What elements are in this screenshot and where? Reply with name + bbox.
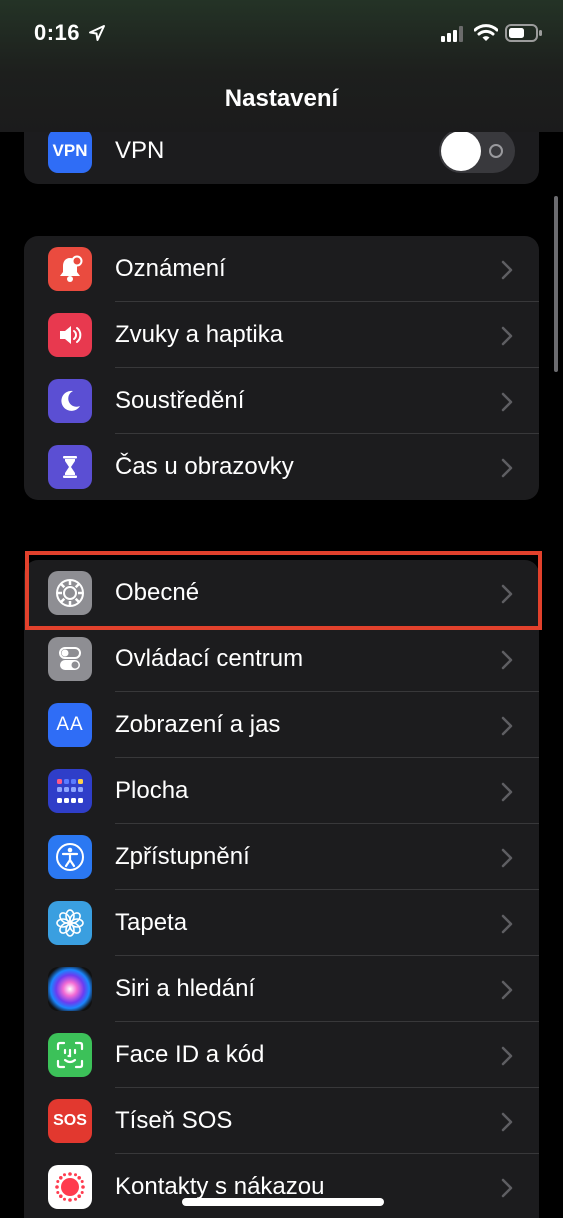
sos-icon-text: SOS <box>53 1112 87 1129</box>
hourglass-icon <box>48 445 92 489</box>
text-size-icon: AA <box>48 703 92 747</box>
settings-row-label: Plocha <box>115 777 189 804</box>
settings-row-home-screen[interactable]: Plocha <box>24 758 539 824</box>
accessibility-icon <box>48 835 92 879</box>
exposure-icon <box>48 1165 92 1209</box>
settings-row-label: Oznámení <box>115 255 226 282</box>
chevron-right-icon <box>501 650 513 670</box>
wifi-icon <box>474 24 498 41</box>
toggle-off-indicator <box>489 144 503 158</box>
sos-icon: SOS <box>48 1099 92 1143</box>
gear-icon <box>48 571 92 615</box>
text-size-icon-text: AA <box>56 714 84 735</box>
vpn-toggle[interactable] <box>439 129 515 173</box>
settings-row-label: Zobrazení a jas <box>115 711 281 738</box>
settings-row-label: Siri a hledání <box>115 975 256 1002</box>
scroll-indicator[interactable] <box>554 196 558 372</box>
chevron-right-icon <box>501 1046 513 1066</box>
bell-icon <box>48 247 92 291</box>
general-group: Obecné Ovládací centrum AA Zobrazení a j… <box>24 560 539 1218</box>
settings-row-focus[interactable]: Soustředění <box>24 368 539 434</box>
settings-row-display[interactable]: AA Zobrazení a jas <box>24 692 539 758</box>
navigation-header: 0:16 Nastavení <box>0 0 563 132</box>
settings-row-label: Zvuky a haptika <box>115 321 284 348</box>
settings-row-screen-time[interactable]: Čas u obrazovky <box>24 434 539 500</box>
chevron-right-icon <box>501 584 513 604</box>
chevron-right-icon <box>501 392 513 412</box>
settings-row-control-center[interactable]: Ovládací centrum <box>24 626 539 692</box>
settings-row-emergency-sos[interactable]: SOS Tíseň SOS <box>24 1088 539 1154</box>
settings-row-label: Tíseň SOS <box>115 1107 233 1134</box>
chevron-right-icon <box>501 458 513 478</box>
chevron-right-icon <box>501 848 513 868</box>
flower-icon <box>48 901 92 945</box>
settings-row-label: Soustředění <box>115 387 245 414</box>
settings-row-label: Čas u obrazovky <box>115 453 294 480</box>
notifications-group: Oznámení Zvuky a haptika Soustředění Čas… <box>24 236 539 500</box>
settings-row-label: Zpřístupnění <box>115 843 250 870</box>
status-time: 0:16 <box>34 20 81 45</box>
home-screen-icon <box>48 769 92 813</box>
location-arrow-icon <box>89 25 105 41</box>
vpn-icon-text: VPN <box>52 141 88 160</box>
toggle-knob <box>441 131 481 171</box>
cellular-signal-icon <box>441 26 463 42</box>
chevron-right-icon <box>501 782 513 802</box>
settings-row-sounds[interactable]: Zvuky a haptika <box>24 302 539 368</box>
chevron-right-icon <box>501 260 513 280</box>
settings-row-label: Kontakty s nákazou <box>115 1173 325 1200</box>
face-id-icon <box>48 1033 92 1077</box>
settings-row-exposure[interactable]: Kontakty s nákazou <box>24 1154 539 1218</box>
settings-row-siri[interactable]: Siri a hledání <box>24 956 539 1022</box>
chevron-right-icon <box>501 716 513 736</box>
chevron-right-icon <box>501 1178 513 1198</box>
settings-row-label: Face ID a kód <box>115 1041 265 1068</box>
settings-row-wallpaper[interactable]: Tapeta <box>24 890 539 956</box>
settings-row-general[interactable]: Obecné <box>24 560 539 626</box>
vpn-icon: VPN <box>48 129 92 173</box>
settings-row-label: Ovládací centrum <box>115 645 304 672</box>
switches-icon <box>48 637 92 681</box>
page-title: Nastavení <box>224 85 339 112</box>
siri-icon <box>48 967 92 1011</box>
moon-icon <box>48 379 92 423</box>
home-indicator[interactable] <box>182 1198 384 1206</box>
settings-row-label: Tapeta <box>115 909 188 936</box>
chevron-right-icon <box>501 980 513 1000</box>
battery-icon <box>505 24 542 42</box>
chevron-right-icon <box>501 1112 513 1132</box>
settings-row-notifications[interactable]: Oznámení <box>24 236 539 302</box>
settings-row-label: Obecné <box>115 579 200 606</box>
speaker-icon <box>48 313 92 357</box>
chevron-right-icon <box>501 326 513 346</box>
chevron-right-icon <box>501 914 513 934</box>
settings-row-face-id[interactable]: Face ID a kód <box>24 1022 539 1088</box>
settings-row-accessibility[interactable]: Zpřístupnění <box>24 824 539 890</box>
